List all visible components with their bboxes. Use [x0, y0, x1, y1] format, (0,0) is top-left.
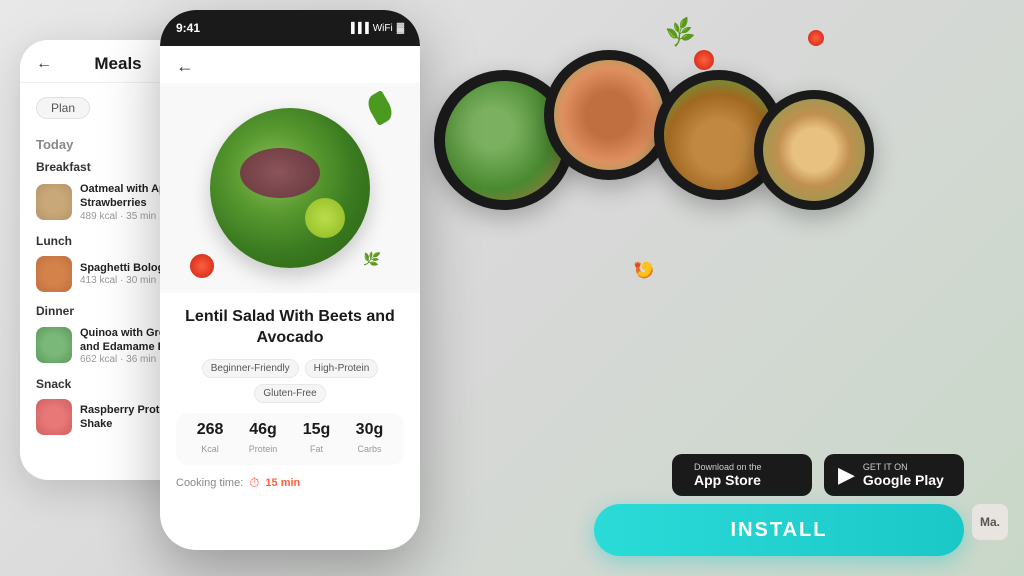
carbs-label: Carbs [357, 444, 381, 454]
salad-bowl-image [210, 108, 370, 268]
googleplay-text: GET IT ON Google Play [863, 462, 944, 488]
spinach-decoration: 🌿 [361, 250, 381, 270]
ma-badge: Ma. [972, 504, 1008, 540]
plate-food-4 [763, 99, 865, 201]
appstore-text: Download on the App Store [694, 462, 762, 488]
install-button[interactable]: INSTALL [594, 504, 964, 556]
phone-status-icons: ▐▐▐ WiFi ▓ [347, 23, 404, 34]
meals-title: Meals [94, 54, 141, 74]
nutrition-kcal: 268 Kcal [197, 421, 224, 457]
leaf-decoration [364, 90, 396, 126]
google-play-icon: ▶ [838, 462, 855, 488]
phone-main: 9:41 ▐▐▐ WiFi ▓ ← 🌿 Lentil Salad With Be… [160, 10, 420, 550]
phone-notch-cutout [250, 16, 330, 40]
phone-notch: 9:41 ▐▐▐ WiFi ▓ [160, 10, 420, 46]
protein-value: 46g [249, 421, 278, 439]
kcal-label: Kcal [201, 444, 219, 454]
appstore-small-text: Download on the [694, 462, 762, 472]
tag-gluten: Gluten-Free [254, 384, 325, 403]
appstore-large-text: App Store [694, 472, 762, 488]
signal-icon: ▐▐▐ [347, 23, 368, 34]
food-image-area: 🌿 [160, 83, 420, 293]
plan-button[interactable]: Plan [36, 97, 90, 119]
wifi-icon: WiFi [373, 23, 393, 34]
tag-beginner: Beginner-Friendly [202, 359, 299, 378]
tags-row: Beginner-Friendly High-Protein Gluten-Fr… [176, 359, 404, 403]
back-arrow-main-icon[interactable]: ← [176, 56, 194, 77]
plate-4 [754, 90, 874, 210]
nutrition-fat: 15g Fat [303, 421, 331, 457]
cooking-time-value: 15 min [265, 477, 300, 489]
back-arrow-icon[interactable]: ← [36, 55, 52, 73]
recipe-info: Lentil Salad With Beets and Avocado Begi… [160, 293, 420, 499]
floating-tomato-icon [694, 50, 714, 70]
kcal-value: 268 [197, 421, 224, 439]
cooking-time: Cooking time: ⏱ 15 min [176, 475, 404, 491]
plate-food-2 [554, 60, 665, 171]
nutrition-carbs: 30g Carbs [356, 421, 384, 457]
nutrition-protein: 46g Protein [249, 421, 278, 457]
ma-badge-label: Ma. [980, 515, 1000, 529]
phone-main-nav: ← [160, 46, 420, 83]
plate-2 [544, 50, 674, 180]
tag-protein: High-Protein [305, 359, 379, 378]
googleplay-button[interactable]: ▶ GET IT ON Google Play [824, 454, 964, 496]
meal-thumb-oatmeal [36, 184, 72, 220]
fat-label: Fat [310, 444, 323, 454]
install-label: INSTALL [731, 519, 828, 542]
fat-value: 15g [303, 421, 331, 439]
protein-label: Protein [249, 444, 278, 454]
carbs-value: 30g [356, 421, 384, 439]
tomato-decoration [190, 254, 214, 278]
nutrition-row: 268 Kcal 46g Protein 15g Fat 30g Carbs [176, 413, 404, 465]
googleplay-small-text: GET IT ON [863, 462, 944, 472]
meal-thumb-spaghetti [36, 256, 72, 292]
timer-icon: ⏱ [249, 475, 259, 491]
googleplay-large-text: Google Play [863, 472, 944, 488]
recipe-title: Lentil Salad With Beets and Avocado [176, 307, 404, 349]
meal-thumb-quinoa [36, 327, 72, 363]
appstore-button[interactable]: Download on the App Store [672, 454, 812, 496]
meal-thumb-raspberry [36, 399, 72, 435]
phone-time: 9:41 [176, 21, 200, 35]
download-area: Download on the App Store ▶ GET IT ON Go… [672, 454, 964, 496]
battery-icon: ▓ [397, 23, 404, 34]
floating-tomato2-icon [808, 30, 824, 46]
cooking-label: Cooking time: [176, 477, 243, 489]
